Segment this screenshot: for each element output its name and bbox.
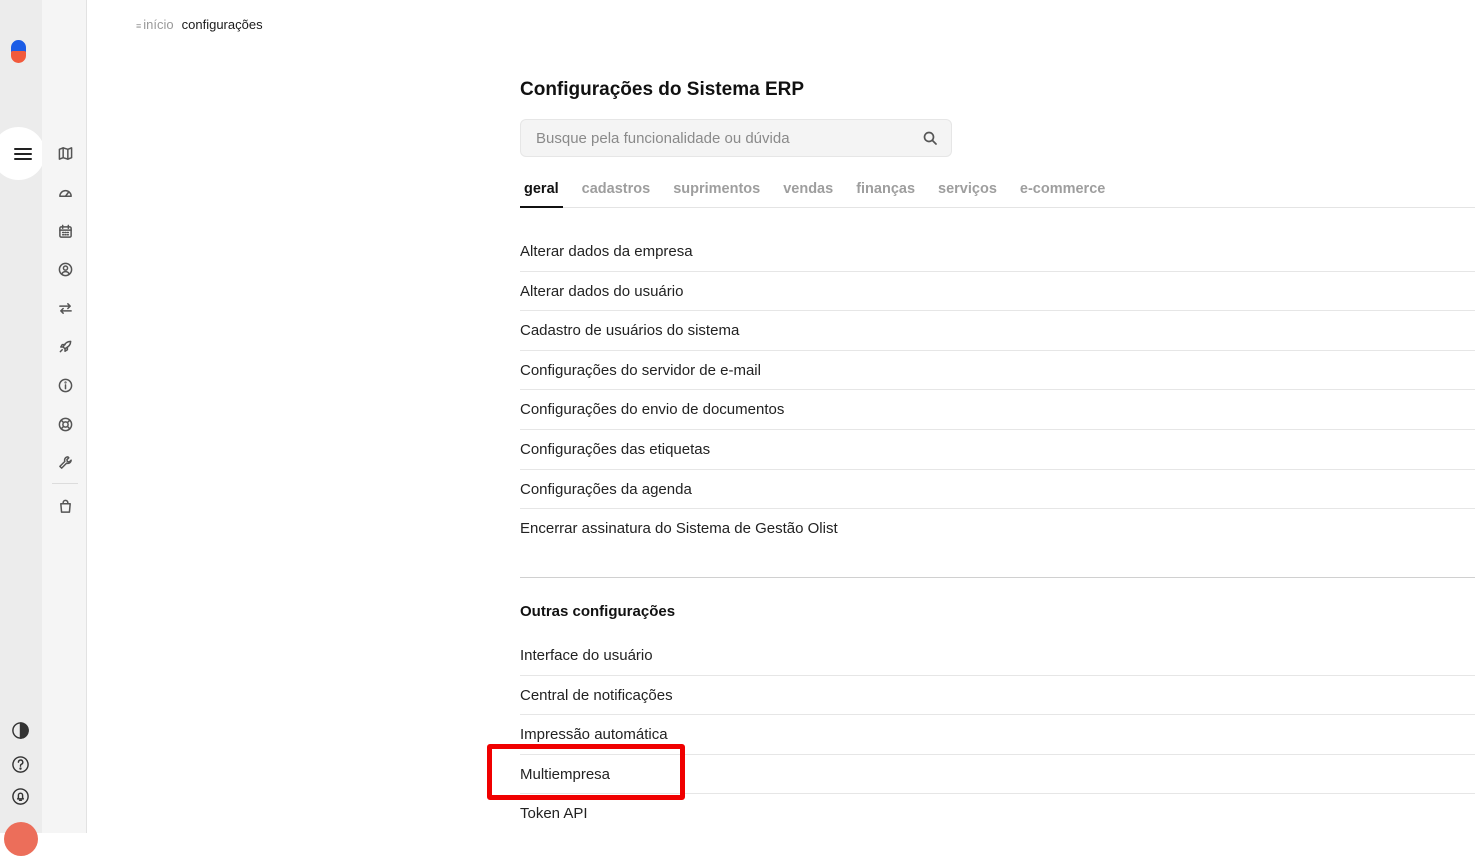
main-rail	[0, 0, 45, 856]
settings-item-central-notificacoes[interactable]: Central de notificações	[520, 676, 1475, 716]
avatar[interactable]	[4, 822, 38, 856]
shopping-bag-icon[interactable]	[56, 497, 74, 515]
rocket-icon[interactable]	[56, 337, 74, 355]
page-title: Configurações do Sistema ERP	[520, 79, 805, 100]
settings-item-agenda[interactable]: Configurações da agenda	[520, 470, 1475, 510]
breadcrumb-current: configurações	[181, 17, 263, 32]
settings-item-impressao-automatica[interactable]: Impressão automática	[520, 715, 1475, 755]
search-input[interactable]	[536, 120, 916, 156]
logo[interactable]	[11, 40, 26, 64]
settings-item-alterar-dados-empresa[interactable]: Alterar dados da empresa	[520, 232, 1475, 272]
tab-geral[interactable]: geral	[520, 180, 563, 208]
settings-item-cadastro-usuarios[interactable]: Cadastro de usuários do sistema	[520, 311, 1475, 351]
search-box	[520, 119, 952, 157]
menu-button[interactable]	[0, 127, 45, 180]
general-settings-list: Alterar dados da empresa Alterar dados d…	[520, 232, 1475, 549]
other-settings-title: Outras configurações	[520, 603, 676, 620]
settings-item-etiquetas[interactable]: Configurações das etiquetas	[520, 430, 1475, 470]
breadcrumb-home[interactable]: ≡ início	[136, 17, 174, 32]
tab-e-commerce[interactable]: e-commerce	[1016, 180, 1109, 208]
settings-item-token-api[interactable]: Token API	[520, 794, 1475, 834]
wrench-icon[interactable]	[56, 453, 74, 471]
map-icon[interactable]	[56, 144, 74, 162]
section-divider	[520, 577, 1475, 578]
settings-item-interface-usuario[interactable]: Interface do usuário	[520, 636, 1475, 676]
hamburger-icon	[13, 147, 32, 160]
support-icon[interactable]	[56, 415, 74, 433]
user-icon[interactable]	[56, 260, 74, 278]
menu-lines-icon: ≡	[136, 21, 142, 31]
tab-vendas[interactable]: vendas	[779, 180, 837, 208]
settings-item-alterar-dados-usuario[interactable]: Alterar dados do usuário	[520, 272, 1475, 312]
settings-item-servidor-email[interactable]: Configurações do servidor de e-mail	[520, 351, 1475, 391]
search-icon[interactable]	[923, 131, 937, 145]
dashboard-icon[interactable]	[56, 183, 74, 201]
help-icon[interactable]	[10, 754, 30, 774]
breadcrumb: ≡ início configurações	[136, 17, 263, 32]
tab-servicos[interactable]: serviços	[934, 180, 1001, 208]
tab-cadastros[interactable]: cadastros	[578, 180, 655, 208]
breadcrumb-home-label: início	[143, 17, 174, 32]
tab-suprimentos[interactable]: suprimentos	[669, 180, 764, 208]
transfer-icon[interactable]	[56, 299, 74, 317]
sidebar-divider	[52, 483, 78, 484]
calendar-icon[interactable]	[56, 222, 74, 240]
other-settings-list: Interface do usuário Central de notifica…	[520, 636, 1475, 834]
info-icon[interactable]	[56, 376, 74, 394]
settings-item-envio-documentos[interactable]: Configurações do envio de documentos	[520, 390, 1475, 430]
settings-item-multiempresa[interactable]: Multiempresa	[520, 755, 1475, 795]
bell-icon[interactable]	[10, 786, 30, 806]
tab-bar: geral cadastros suprimentos vendas finan…	[520, 180, 1475, 208]
settings-item-encerrar-assinatura[interactable]: Encerrar assinatura do Sistema de Gestão…	[520, 509, 1475, 549]
tab-financas[interactable]: finanças	[852, 180, 919, 208]
contrast-icon[interactable]	[10, 720, 30, 740]
